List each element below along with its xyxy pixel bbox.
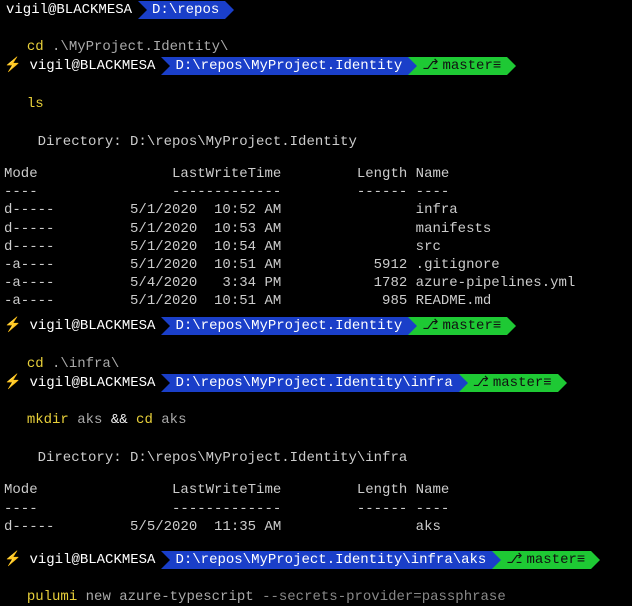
- path-label: D:\repos\MyProject.Identity\infra: [175, 374, 452, 392]
- branch-label: master: [493, 374, 543, 392]
- path-label: D:\repos\MyProject.Identity: [175, 317, 402, 335]
- path-segment: D:\repos\MyProject.Identity\infra\aks: [161, 551, 492, 569]
- command-line-3[interactable]: cd .\infra\: [0, 336, 632, 372]
- cmd-token: ls: [27, 96, 44, 112]
- user-label: vigil@BLACKMESA: [29, 551, 155, 569]
- path-segment: D:\repos\MyProject.Identity: [161, 57, 408, 75]
- branch-segment: ⎇master ≡: [408, 317, 507, 335]
- listing-row: -a---- 5/4/2020 3:34 PM 1782 azure-pipel…: [0, 274, 632, 292]
- path-segment: D:\repos: [138, 1, 225, 19]
- prompt-line-1: vigil@BLACKMESA D:\repos: [0, 1, 632, 19]
- bolt-icon: ⚡: [0, 551, 23, 569]
- user-segment: vigil@BLACKMESA: [23, 551, 161, 569]
- cmd-token: cd: [27, 356, 44, 372]
- prompt-line-3: ⚡ vigil@BLACKMESA D:\repos\MyProject.Ide…: [0, 317, 632, 335]
- bolt-icon: ⚡: [0, 57, 23, 75]
- cmd-arg: .\infra\: [44, 356, 120, 372]
- user-segment: vigil@BLACKMESA: [23, 317, 161, 335]
- command-line-1[interactable]: cd .\MyProject.Identity\: [0, 20, 632, 56]
- git-branch-icon: ⎇: [473, 374, 489, 392]
- prompt-line-4: ⚡ vigil@BLACKMESA D:\repos\MyProject.Ide…: [0, 374, 632, 392]
- cmd-token: pulumi: [27, 589, 77, 605]
- prompt-line-2: ⚡ vigil@BLACKMESA D:\repos\MyProject.Ide…: [0, 57, 632, 75]
- listing-header: Mode LastWriteTime Length Name: [0, 165, 632, 183]
- branch-label: master: [442, 57, 492, 75]
- cmd-op: &&: [111, 412, 128, 428]
- bolt-icon: ⚡: [0, 374, 23, 392]
- listing-header: Mode LastWriteTime Length Name: [0, 481, 632, 499]
- branch-segment: ⎇master ≡: [459, 374, 558, 392]
- user-segment: vigil@BLACKMESA: [23, 374, 161, 392]
- user-segment: vigil@BLACKMESA: [23, 57, 161, 75]
- listing-row: -a---- 5/1/2020 10:51 AM 5912 .gitignore: [0, 256, 632, 274]
- cmd-arg: aks: [69, 412, 111, 428]
- listing-row: d----- 5/1/2020 10:54 AM src: [0, 238, 632, 256]
- bolt-icon: ⚡: [0, 317, 23, 335]
- listing-row: d----- 5/1/2020 10:53 AM manifests: [0, 220, 632, 238]
- cmd-arg: aks: [153, 412, 187, 428]
- git-branch-icon: ⎇: [506, 551, 522, 569]
- path-segment: D:\repos\MyProject.Identity\infra: [161, 374, 458, 392]
- listing-divider: ---- ------------- ------ ----: [0, 500, 632, 518]
- user-label: vigil@BLACKMESA: [29, 317, 155, 335]
- user-label: vigil@BLACKMESA: [29, 57, 155, 75]
- listing-row: d----- 5/5/2020 11:35 AM aks: [0, 518, 632, 536]
- prompt-line-5: ⚡ vigil@BLACKMESA D:\repos\MyProject.Ide…: [0, 551, 632, 569]
- branch-label: master: [526, 551, 576, 569]
- path-segment: D:\repos\MyProject.Identity: [161, 317, 408, 335]
- user-label: vigil@BLACKMESA: [6, 1, 132, 19]
- listing-row: d----- 5/1/2020 10:52 AM infra: [0, 201, 632, 219]
- path-label: D:\repos\MyProject.Identity: [175, 57, 402, 75]
- command-line-2[interactable]: ls: [0, 76, 632, 112]
- branch-label: master: [442, 317, 492, 335]
- listing-directory: Directory: D:\repos\MyProject.Identity: [0, 133, 632, 151]
- git-branch-icon: ⎇: [422, 317, 438, 335]
- listing-row: -a---- 5/1/2020 10:51 AM 985 README.md: [0, 292, 632, 310]
- command-line-4[interactable]: mkdir aks && cd aks: [0, 393, 632, 429]
- user-segment: vigil@BLACKMESA: [0, 1, 138, 19]
- path-label: D:\repos: [152, 1, 219, 19]
- cmd-token: cd: [128, 412, 153, 428]
- cmd-token: cd: [27, 39, 44, 55]
- cmd-arg: .\MyProject.Identity\: [44, 39, 229, 55]
- path-label: D:\repos\MyProject.Identity\infra\aks: [175, 551, 486, 569]
- cmd-token: mkdir: [27, 412, 69, 428]
- command-line-5[interactable]: pulumi new azure-typescript --secrets-pr…: [0, 570, 632, 606]
- listing-divider: ---- ------------- ------ ----: [0, 183, 632, 201]
- cmd-flag: --secrets-provider=passphrase: [262, 589, 506, 605]
- cmd-arg: new azure-typescript: [77, 589, 262, 605]
- git-branch-icon: ⎇: [422, 57, 438, 75]
- listing-directory: Directory: D:\repos\MyProject.Identity\i…: [0, 449, 632, 467]
- branch-segment: ⎇master ≡: [492, 551, 591, 569]
- branch-segment: ⎇master ≡: [408, 57, 507, 75]
- user-label: vigil@BLACKMESA: [29, 374, 155, 392]
